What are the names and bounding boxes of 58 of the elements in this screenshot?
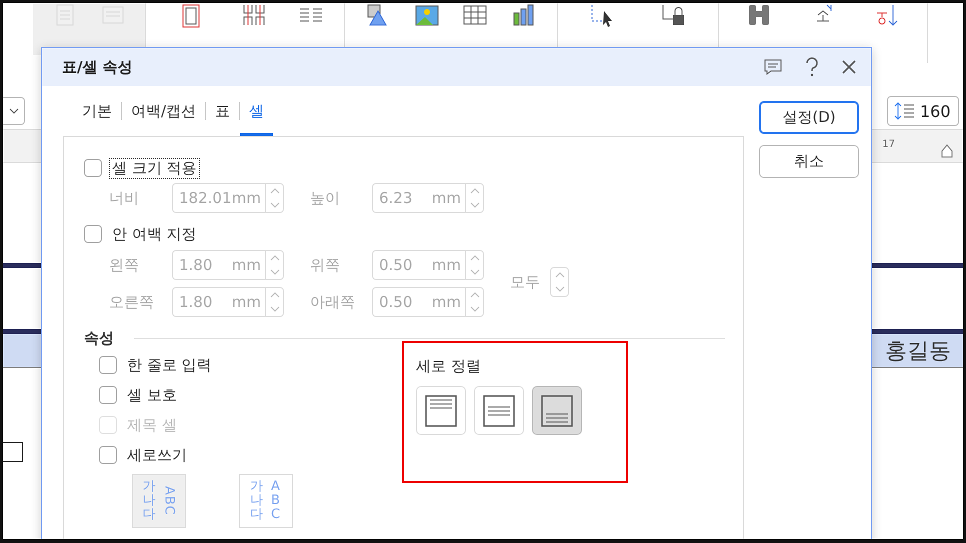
- chevron-up-icon: [270, 292, 280, 298]
- align-top-icon: [425, 394, 457, 426]
- field-label: 왼쪽: [109, 256, 140, 274]
- comment-icon[interactable]: [763, 58, 783, 76]
- checkbox-label: 셀 크기 적용: [110, 158, 199, 178]
- help-icon[interactable]: [805, 57, 819, 77]
- ruler-number: 17: [882, 138, 895, 150]
- checkbox[interactable]: [99, 356, 117, 374]
- field-label: 아래쪽: [309, 292, 356, 312]
- checkbox[interactable]: [84, 159, 102, 177]
- chevron-down-icon: [554, 286, 564, 292]
- checkbox-label: 셀 보호: [126, 386, 178, 404]
- dialog-button[interactable]: 설정(D): [759, 101, 859, 134]
- field-label: 위쪽: [309, 256, 341, 274]
- chevron-down-icon: [470, 269, 480, 275]
- name-text: 홍길동: [885, 338, 951, 366]
- chevron-down-icon: [470, 306, 480, 312]
- chevron-up-icon: [470, 255, 480, 261]
- tab[interactable]: 표: [206, 86, 240, 136]
- tab[interactable]: 기본: [73, 86, 121, 136]
- chevron-down-icon: [270, 306, 280, 312]
- field-label: 너비: [109, 188, 140, 208]
- group-title: 세로 정렬: [416, 357, 482, 376]
- checkbox-label: 한 줄로 입력: [126, 356, 213, 374]
- line-spacing-icon: [894, 101, 916, 121]
- checkbox-label: 안 여백 지정: [111, 224, 198, 244]
- field-label: 높이: [309, 188, 341, 208]
- tab[interactable]: 여백/캡션: [122, 86, 206, 136]
- align-bottom-icon: [541, 394, 573, 426]
- vertical-align-button[interactable]: [474, 386, 524, 435]
- dialog-title: 표/셀 속성: [62, 58, 134, 76]
- chevron-up-icon: [470, 292, 480, 298]
- section-title: 속성: [84, 329, 114, 348]
- vertical-align-button[interactable]: [532, 386, 582, 435]
- text-direction-option[interactable]: 가나다 ABC: [239, 474, 293, 528]
- checkbox-label: 세로쓰기: [126, 446, 188, 464]
- line-spacing-field[interactable]: 160: [887, 96, 959, 126]
- close-icon[interactable]: [841, 59, 857, 75]
- caret-icon: [8, 108, 18, 114]
- checkbox-label: 제목 셀: [126, 416, 178, 434]
- chevron-down-icon: [270, 269, 280, 275]
- table-cell: [3, 442, 23, 462]
- dialog-button[interactable]: 취소: [759, 145, 859, 178]
- chevron-up-icon: [270, 255, 280, 261]
- align-middle-icon: [483, 394, 515, 426]
- field-label: 모두: [510, 272, 540, 292]
- field-label: 오른쪽: [109, 292, 155, 312]
- chevron-down-icon: [470, 202, 480, 208]
- chevron-down-icon: [270, 202, 280, 208]
- chevron-up-icon: [470, 188, 480, 194]
- indent-marker-icon[interactable]: [941, 144, 953, 158]
- checkbox[interactable]: [99, 446, 117, 464]
- checkbox[interactable]: [84, 225, 102, 243]
- chevron-up-icon: [554, 272, 564, 278]
- vertical-align-button[interactable]: [416, 386, 466, 435]
- tab[interactable]: 셀: [240, 86, 274, 136]
- checkbox[interactable]: [99, 386, 117, 404]
- chevron-up-icon: [270, 188, 280, 194]
